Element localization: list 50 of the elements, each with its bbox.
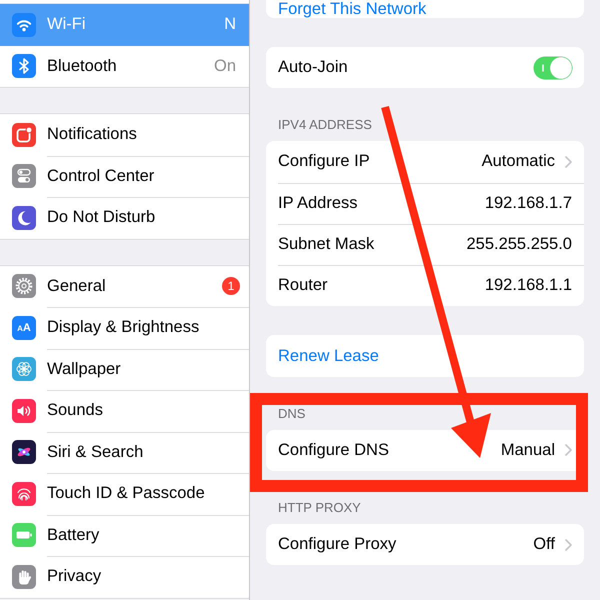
- sidebar-item[interactable]: General 1: [0, 266, 249, 307]
- notification-icon: [12, 122, 36, 147]
- sidebar-item[interactable]: Touch ID & Passcode: [0, 473, 249, 514]
- status-value: N: [224, 15, 236, 34]
- moon-icon: [12, 206, 36, 230]
- row-value: 192.168.1.1: [484, 276, 572, 296]
- sidebar-item[interactable]: Privacy: [0, 556, 249, 598]
- swirl-icon: [12, 440, 36, 464]
- battery-icon: [12, 523, 36, 548]
- text-size-icon: AA: [12, 316, 36, 340]
- section-header: IPV4 ADDRESS: [278, 117, 372, 134]
- bluetooth-icon: [12, 54, 36, 78]
- row-label[interactable]: Configure IP: [278, 152, 370, 172]
- row-value: Off: [533, 535, 555, 554]
- section-header: HTTP PROXY: [278, 500, 361, 516]
- row-label[interactable]: Configure DNS: [278, 440, 389, 460]
- sidebar-item[interactable]: Notifications: [0, 114, 249, 156]
- row-value: 192.168.1.7: [484, 194, 572, 213]
- hand-icon: [12, 564, 36, 589]
- row-value: Manual: [500, 440, 555, 460]
- sidebar-item[interactable]: Wallpaper: [0, 348, 249, 390]
- flower-icon: [12, 357, 36, 382]
- gear-icon: [12, 274, 36, 298]
- chevron-icon[interactable]: [565, 156, 572, 168]
- sidebar-item[interactable]: Battery: [0, 514, 249, 556]
- fingerprint-icon: [12, 482, 36, 506]
- sidebar-item[interactable]: Bluetooth On: [0, 46, 249, 87]
- text-link[interactable]: Forget This Network: [278, 0, 426, 18]
- wifi-icon: [12, 12, 36, 37]
- sidebar-item[interactable]: Do Not Disturb: [0, 197, 249, 238]
- row-value: Automatic: [482, 152, 555, 172]
- chevron-icon[interactable]: [565, 538, 572, 551]
- text-link[interactable]: Renew Lease: [278, 346, 379, 366]
- chevron-icon[interactable]: [565, 444, 572, 456]
- count-badge: 1: [222, 277, 240, 296]
- row-label: Subnet Mask: [278, 235, 374, 254]
- switches-icon: [12, 164, 36, 188]
- section-header: DNS: [278, 406, 306, 422]
- row-label: Router: [278, 276, 328, 296]
- status-value: On: [214, 56, 236, 76]
- row-label: Auto-Join: [278, 58, 348, 78]
- row-value: 255.255.255.0: [466, 235, 572, 254]
- sidebar-item[interactable]: Siri & Search: [0, 432, 249, 473]
- toggle-switch[interactable]: [533, 56, 573, 80]
- row-label[interactable]: Configure Proxy: [278, 535, 396, 554]
- speaker-icon: [12, 398, 36, 423]
- sidebar-item[interactable]: AA Display & Brightness: [0, 307, 249, 348]
- row-label: IP Address: [278, 194, 358, 213]
- sidebar-item[interactable]: Control Center: [0, 156, 249, 197]
- sidebar-item[interactable]: Sounds: [0, 390, 249, 432]
